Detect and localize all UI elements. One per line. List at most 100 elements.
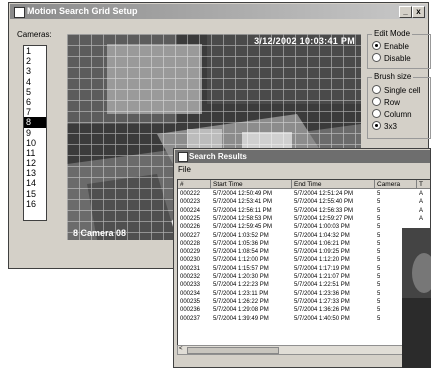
table-cell-n: 000230 [180,257,201,264]
table-cell-start: 5/7/2004 1:15:57 PM [213,265,269,272]
results-table[interactable]: # Start Time End Time Camera T 000222 5/7… [177,179,430,346]
table-cell-start: 5/7/2004 1:22:23 PM [213,282,269,289]
table-cell-n: 000228 [180,240,201,247]
table-cell-t: A [419,199,424,206]
camera-list-item[interactable]: 16 [24,199,46,209]
camera-list-item[interactable]: 4 [24,77,46,87]
table-cell-start: 5/7/2004 12:59:45 PM [213,224,273,231]
table-cell-start: 5/7/2004 1:39:49 PM [213,315,269,322]
table-cell-end: 5/7/2004 1:17:19 PM [294,265,350,272]
camera-list-item[interactable]: 11 [24,148,46,158]
table-row[interactable]: 000230 5/7/2004 1:12:00 PM 5/7/2004 1:12:2… [178,256,430,264]
camera-list-item[interactable]: 7 [24,107,46,117]
column-header-t[interactable]: T [417,180,430,189]
table-cell-cam: 5 [377,290,381,297]
camera-list-item[interactable]: 3 [24,66,46,76]
camera-list-item[interactable]: 5 [24,87,46,97]
table-cell-end: 5/7/2004 1:09:25 PM [294,249,350,256]
camera-list-item[interactable]: 10 [24,138,46,148]
file-menu[interactable]: File [178,165,191,174]
table-cell-start: 5/7/2004 1:26:22 PM [213,298,269,305]
overlapping-photo [402,228,431,368]
table-cell-end: 5/7/2004 1:27:33 PM [294,298,350,305]
close-button[interactable]: x [412,6,425,18]
table-cell-cam: 5 [377,191,381,197]
table-row[interactable]: 000223 5/7/2004 12:53:41 PM 5/7/2004 12:55… [178,198,430,206]
row-radio[interactable]: Row [372,97,400,107]
table-cell-n: 000227 [180,232,201,239]
table-row[interactable]: 000229 5/7/2004 1:08:54 PM 5/7/2004 1:09:2… [178,248,430,256]
table-cell-start: 5/7/2004 1:23:11 PM [213,290,269,297]
table-row[interactable]: 000222 5/7/2004 12:50:49 PM 5/7/2004 12:51… [178,190,430,198]
camera-list-item[interactable]: 6 [24,97,46,107]
disable-radio[interactable]: Disable [372,53,411,63]
table-cell-end: 5/7/2004 1:21:07 PM [294,274,350,280]
table-cell-n: 000233 [180,282,201,289]
column-radio[interactable]: Column [372,109,412,119]
table-cell-cam: 5 [377,257,381,264]
table-cell-start: 5/7/2004 1:08:54 PM [213,249,269,256]
search-results-window: Search Results File # Start Time End Tim… [173,148,431,368]
table-row[interactable]: 000226 5/7/2004 12:59:45 PM 5/7/2004 1:00:… [178,223,430,231]
radio-indicator [372,85,381,94]
camera-list-item[interactable]: 9 [24,128,46,138]
table-row[interactable]: 000227 5/7/2004 1:03:52 PM 5/7/2004 1:04:3… [178,232,430,240]
table-cell-n: 000229 [180,249,201,256]
table-cell-cam: 5 [377,249,381,256]
column-header-start-time[interactable]: Start Time [211,180,292,189]
title-bar[interactable]: Search Results [175,150,430,163]
table-row[interactable]: 000224 5/7/2004 12:56:11 PM 5/7/2004 12:56… [178,207,430,215]
table-cell-cam: 5 [377,232,381,239]
table-cell-start: 5/7/2004 1:20:30 PM [213,274,269,280]
edit-mode-group [367,34,431,69]
table-cell-n: 000237 [180,315,201,322]
minimize-button[interactable]: _ [399,6,412,18]
table-row[interactable]: 000233 5/7/2004 1:22:23 PM 5/7/2004 1:22:5… [178,281,430,289]
table-row[interactable]: 000225 5/7/2004 12:58:53 PM 5/7/2004 12:59… [178,215,430,223]
column-header-camera[interactable]: Camera [375,180,417,189]
table-row[interactable]: 000231 5/7/2004 1:15:57 PM 5/7/2004 1:17:1… [178,265,430,273]
table-cell-cam: 5 [377,307,381,314]
horizontal-scrollbar[interactable]: < [177,345,409,355]
table-row[interactable]: 000237 5/7/2004 1:39:49 PM 5/7/2004 1:40:5… [178,315,430,323]
app-icon [14,7,25,18]
camera-list-item[interactable]: 13 [24,168,46,178]
table-cell-n: 000222 [180,191,201,197]
table-cell-cam: 5 [377,274,381,280]
camera-list-item[interactable]: 1 [24,46,46,56]
3x3-label: 3x3 [384,122,397,131]
scroll-left-arrow-icon[interactable]: < [179,346,183,352]
enable-label: Enable [384,42,409,51]
camera-list[interactable]: 1 2 3 4 5 6 7 8 9 10 11 12 13 14 15 16 [23,45,47,221]
table-cell-n: 000236 [180,307,201,314]
table-cell-end: 5/7/2004 1:22:51 PM [294,282,350,289]
table-row[interactable]: 000232 5/7/2004 1:20:30 PM 5/7/2004 1:21:0… [178,273,430,281]
camera-list-item[interactable]: 8 [24,117,46,128]
table-cell-n: 000225 [180,215,201,222]
table-row[interactable]: 000228 5/7/2004 1:05:36 PM 5/7/2004 1:06:2… [178,240,430,248]
table-cell-start: 5/7/2004 1:29:08 PM [213,307,269,314]
table-row[interactable]: 000235 5/7/2004 1:26:22 PM 5/7/2004 1:27:3… [178,298,430,306]
camera-list-item[interactable]: 14 [24,178,46,188]
camera-list-item[interactable]: 12 [24,158,46,168]
table-row[interactable]: 000236 5/7/2004 1:29:08 PM 5/7/2004 1:36:2… [178,306,430,314]
table-cell-start: 5/7/2004 12:50:49 PM [213,191,273,197]
single-cell-radio[interactable]: Single cell [372,85,420,95]
3x3-radio[interactable]: 3x3 [372,121,397,131]
table-cell-cam: 5 [377,282,381,289]
camera-list-item[interactable]: 15 [24,189,46,199]
camera-list-item[interactable]: 2 [24,56,46,66]
single-cell-label: Single cell [384,86,421,95]
radio-indicator [372,97,381,106]
scrollbar-thumb[interactable] [187,347,279,354]
table-row[interactable]: 000234 5/7/2004 1:23:11 PM 5/7/2004 1:23:3… [178,290,430,298]
title-bar[interactable]: Motion Search Grid Setup _ x [10,4,427,19]
table-cell-cam: 5 [377,298,381,305]
column-header-end-time[interactable]: End Time [292,180,375,189]
table-cell-cam: 5 [377,199,381,206]
enable-radio[interactable]: Enable [372,41,409,51]
table-cell-start: 5/7/2004 1:05:36 PM [213,240,269,247]
table-cell-n: 000232 [180,274,201,280]
table-cell-cam: 5 [377,240,381,247]
column-header-number[interactable]: # [178,180,211,189]
